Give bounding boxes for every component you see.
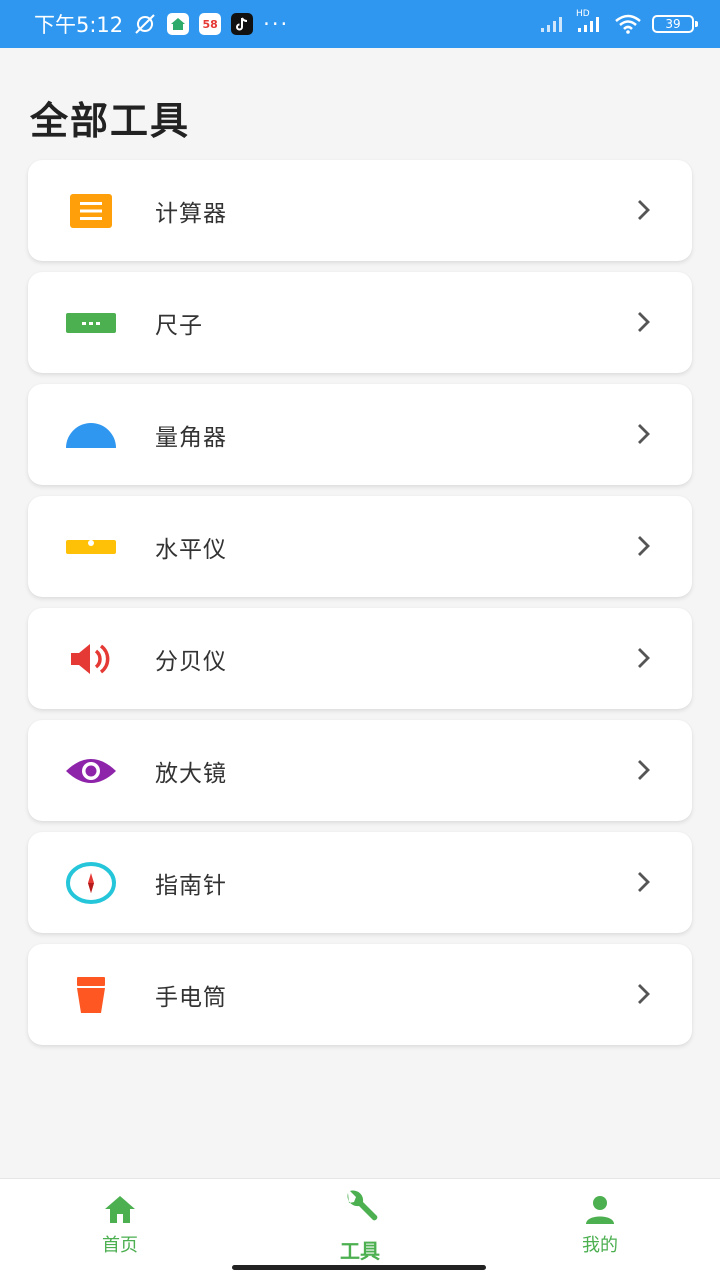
chevron-right-icon [638, 536, 650, 556]
speaker-icon [65, 633, 117, 685]
wrench-icon [347, 1190, 378, 1221]
more-notifications-icon: ··· [263, 12, 290, 36]
ruler-icon [65, 297, 117, 349]
flashlight-icon [65, 969, 117, 1021]
page-title: 全部工具 [30, 99, 191, 143]
chevron-right-icon [638, 648, 650, 668]
status-time: 下午5:12 [34, 13, 124, 37]
tool-label: 指南针 [155, 872, 227, 899]
tool-item-ruler[interactable]: 尺子 [28, 272, 692, 373]
nav-home-label: 首页 [102, 1235, 138, 1256]
tool-label: 尺子 [155, 312, 203, 339]
chevron-right-icon [638, 312, 650, 332]
chevron-right-icon [638, 760, 650, 780]
tool-item-level[interactable]: 水平仪 [28, 496, 692, 597]
tool-item-compass[interactable]: 指南针 [28, 832, 692, 933]
home-indicator[interactable] [232, 1265, 486, 1270]
chevron-right-icon [638, 424, 650, 444]
nav-mine-label: 我的 [582, 1235, 618, 1256]
battery-icon: 39 [652, 15, 698, 33]
compass-icon [65, 857, 117, 909]
wifi-icon [615, 14, 641, 34]
app-58-icon: 58 [199, 13, 222, 35]
signal-strong-icon: HD [576, 9, 604, 33]
home-app-icon [167, 13, 190, 35]
tool-item-protractor[interactable]: 量角器 [28, 384, 692, 485]
eye-icon [65, 745, 117, 797]
signal-weak-icon [541, 17, 562, 32]
nav-home[interactable]: 首页 [0, 1179, 240, 1280]
nav-mine[interactable]: 我的 [480, 1179, 720, 1280]
tool-label: 水平仪 [155, 536, 227, 563]
person-icon [586, 1196, 614, 1224]
tool-label: 量角器 [155, 424, 227, 451]
tool-label: 手电筒 [155, 984, 227, 1011]
tool-label: 计算器 [155, 200, 227, 227]
nav-tools-label: 工具 [340, 1239, 380, 1263]
chevron-right-icon [638, 200, 650, 220]
chevron-right-icon [638, 872, 650, 892]
alarm-off-icon [135, 14, 155, 34]
tool-item-decibel-meter[interactable]: 分贝仪 [28, 608, 692, 709]
status-bar: 下午5:12 58 ··· HD 39 [0, 0, 720, 48]
protractor-icon [65, 409, 117, 461]
network-type-label: HD [576, 9, 590, 19]
level-icon [65, 521, 117, 573]
tool-label: 放大镜 [155, 760, 227, 787]
tool-item-calculator[interactable]: 计算器 [28, 160, 692, 261]
calculator-icon [65, 185, 117, 237]
tiktok-icon [231, 13, 254, 35]
chevron-right-icon [638, 984, 650, 1004]
tool-item-flashlight[interactable]: 手电筒 [28, 944, 692, 1045]
tool-list: 计算器 尺子 量角器 水平仪 分贝仪 放大镜 指南针 手电筒 [28, 160, 692, 1056]
home-icon [105, 1196, 135, 1223]
tool-item-magnifier[interactable]: 放大镜 [28, 720, 692, 821]
tool-label: 分贝仪 [155, 648, 227, 675]
